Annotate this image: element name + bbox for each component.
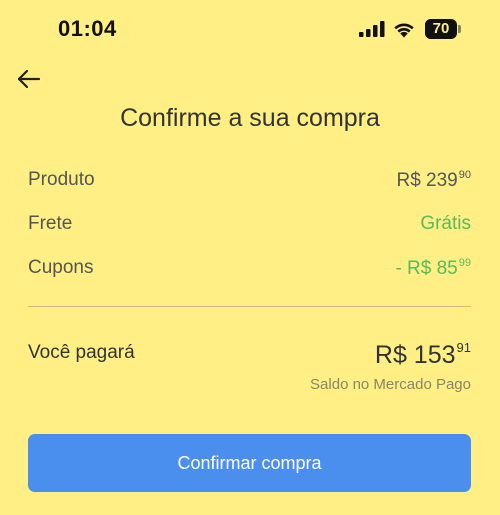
product-label: Produto: [28, 169, 95, 190]
purchase-summary: Produto R$ 23990 Frete Grátis Cupons - R…: [28, 165, 471, 297]
battery-icon: 70: [425, 19, 461, 39]
battery-cap: [458, 25, 461, 33]
coupons-amount: - R$ 8599: [395, 257, 471, 280]
status-bar: 01:04 70: [0, 0, 500, 60]
arrow-left-icon: [17, 69, 41, 89]
signal-icon: [359, 21, 385, 37]
shipping-label: Frete: [28, 213, 73, 234]
shipping-amount-main: Grátis: [420, 213, 471, 234]
back-button[interactable]: [12, 62, 46, 96]
page-title: Confirme a sua compra: [120, 104, 380, 132]
payment-source: Saldo no Mercado Pago: [310, 376, 471, 393]
coupons-amount-cents: 99: [458, 256, 471, 269]
divider: [28, 306, 471, 307]
total-amount-cents: 91: [456, 340, 471, 355]
product-amount: R$ 23990: [396, 169, 471, 192]
shipping-amount: Grátis: [420, 213, 471, 235]
summary-row-product: Produto R$ 23990: [28, 165, 471, 195]
summary-row-shipping: Frete Grátis: [28, 209, 471, 239]
product-amount-cents: 90: [458, 168, 471, 181]
status-time: 01:04: [58, 16, 117, 41]
coupons-label: Cupons: [28, 257, 94, 278]
summary-row-coupons: Cupons - R$ 8599: [28, 253, 471, 283]
coupons-amount-main: - R$ 85: [395, 257, 458, 279]
total-amount-main: R$ 153: [374, 341, 456, 369]
wifi-icon: [394, 23, 414, 38]
battery-percent: 70: [432, 20, 450, 37]
total-amount: R$ 15391: [375, 340, 471, 370]
product-amount-main: R$ 239: [396, 169, 458, 191]
confirm-purchase-button[interactable]: Confirmar compra: [28, 434, 471, 492]
total-label: Você pagará: [28, 342, 135, 363]
battery-body: 70: [425, 19, 457, 39]
